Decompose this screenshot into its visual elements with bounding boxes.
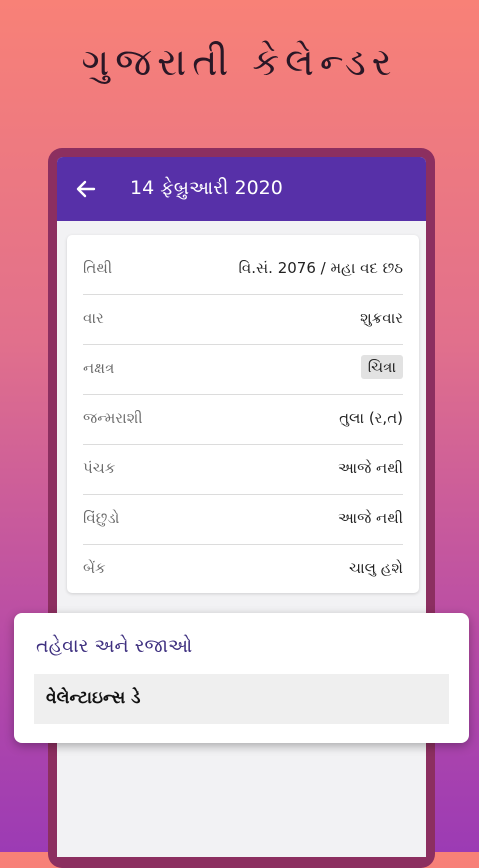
row-label: જન્મરાશી (83, 409, 143, 427)
row-value: તુલા (ર,ત) (339, 409, 403, 427)
app-bar-title: 14 ફેબ્રુઆરી 2020 (130, 177, 283, 199)
row-value: શુક્રવાર (360, 309, 403, 327)
detail-row-vinchhudo: વિંછુડો આજે નથી (83, 495, 403, 545)
row-value: આજે નથી (337, 459, 403, 477)
row-label: વિંછુડો (83, 509, 120, 527)
promo-title: ગુજરાતી કેલેન્ડર (81, 40, 398, 84)
detail-row-janmarashi: જન્મરાશી તુલા (ર,ત) (83, 395, 403, 445)
festival-item[interactable]: વેલેન્ટાઇન્સ ડે (34, 674, 449, 724)
festival-heading: તહેવાર અને રજાઓ (36, 635, 193, 657)
detail-row-var: વાર શુક્રવાર (83, 295, 403, 345)
detail-row-tithi: તિથી વિ.સં. 2076 / મહા વદ છઠ (83, 245, 403, 295)
row-label: પંચક (83, 459, 116, 477)
festival-card: તહેવાર અને રજાઓ વેલેન્ટાઇન્સ ડે (14, 613, 469, 743)
phone-screen: 14 ફેબ્રુઆરી 2020 તિથી વિ.સં. 2076 / મહા… (57, 157, 426, 857)
arrow-left-icon[interactable] (72, 175, 100, 203)
row-value: ચાલુ હશે (348, 559, 403, 577)
detail-row-panchak: પંચક આજે નથી (83, 445, 403, 495)
row-value: આજે નથી (337, 509, 403, 527)
festival-item-label: વેલેન્ટાઇન્સ ડે (46, 688, 141, 708)
row-label: બેંક (83, 559, 106, 577)
row-label: તિથી (83, 259, 113, 277)
row-label: નક્ષત્ર (83, 359, 115, 377)
row-label: વાર (83, 309, 104, 327)
detail-row-bank: બેંક ચાલુ હશે (83, 545, 403, 594)
detail-card: તિથી વિ.સં. 2076 / મહા વદ છઠ વાર શુક્રવા… (67, 235, 419, 593)
app-bar: 14 ફેબ્રુઆરી 2020 (57, 157, 426, 221)
row-value: વિ.સં. 2076 / મહા વદ છઠ (238, 259, 403, 277)
nakshatra-badge: ચિત્રા (360, 355, 403, 379)
detail-row-nakshatra: નક્ષત્ર ચિત્રા (83, 345, 403, 395)
